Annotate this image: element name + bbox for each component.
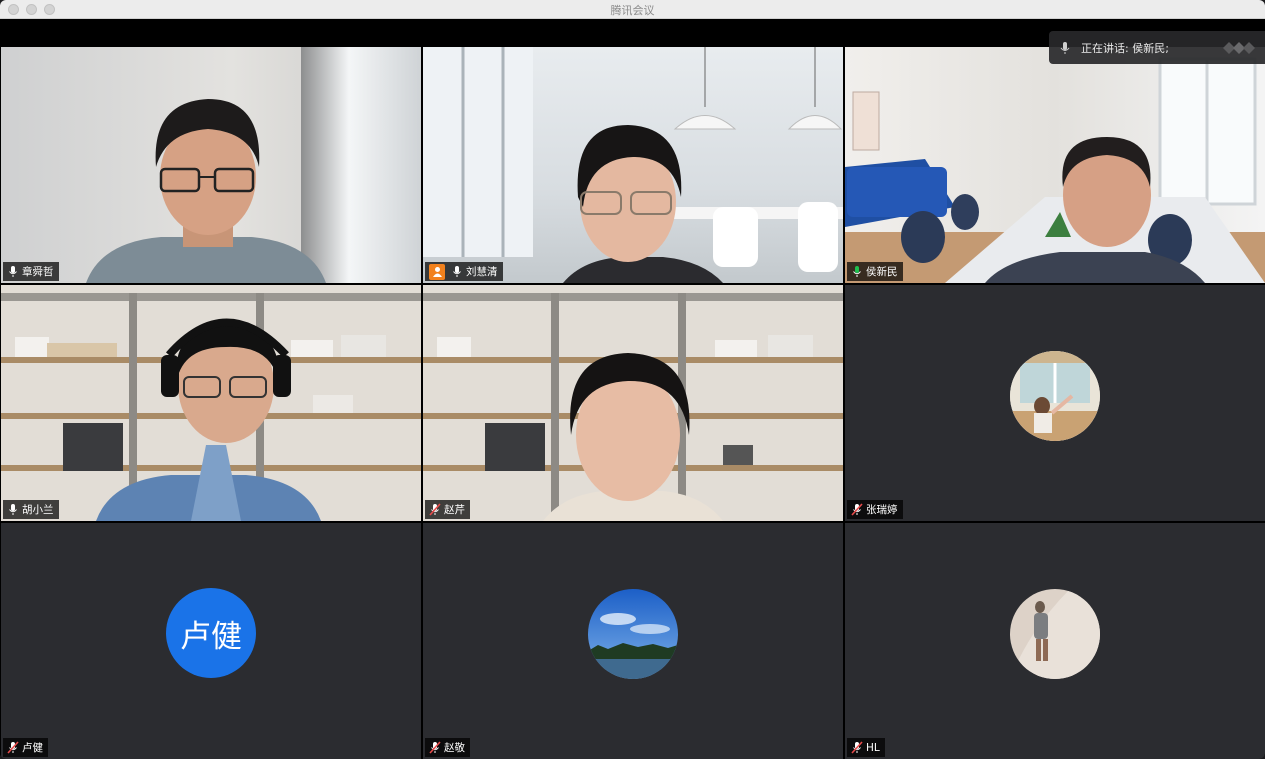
participant-tile[interactable]: 赵敬 bbox=[423, 523, 843, 759]
tencent-meeting-logo-icon bbox=[1223, 42, 1255, 54]
participant-tile-active[interactable]: 侯新民 bbox=[845, 47, 1265, 283]
participant-name: 刘慧清 bbox=[466, 266, 498, 278]
participant-name: 赵芹 bbox=[444, 504, 465, 516]
active-speaker-label: 正在讲话: 侯新民; bbox=[1081, 41, 1169, 55]
participant-name: 卢健 bbox=[22, 742, 43, 754]
mic-muted-icon bbox=[851, 503, 863, 516]
mic-muted-icon bbox=[429, 741, 441, 754]
mic-muted-icon bbox=[851, 741, 863, 754]
participant-initials-avatar: 卢健 bbox=[166, 588, 256, 678]
participant-nametag: 张瑞婷 bbox=[847, 500, 903, 519]
participant-nametag: 章舜哲 bbox=[3, 262, 59, 281]
participant-tile[interactable]: 刘慧清 bbox=[423, 47, 843, 283]
mic-muted-icon bbox=[7, 741, 19, 754]
window-title: 腾讯会议 bbox=[610, 4, 655, 17]
participant-name: HL bbox=[866, 741, 880, 754]
participant-avatar bbox=[1010, 351, 1100, 441]
participant-name: 赵敬 bbox=[444, 742, 465, 754]
mic-icon bbox=[9, 266, 17, 277]
participant-nametag: 赵芹 bbox=[425, 500, 470, 519]
video-grid: 章舜哲 刘慧清 侯新民 胡小兰 赵芹 张瑞婷 卢健 卢健 赵敬 HL bbox=[0, 47, 1265, 759]
participant-tile[interactable]: 章舜哲 bbox=[1, 47, 421, 283]
participant-nametag: HL bbox=[847, 738, 885, 757]
participant-tile[interactable]: 卢健 卢健 bbox=[1, 523, 421, 759]
participant-video bbox=[86, 99, 326, 283]
participant-video bbox=[423, 285, 843, 521]
participant-avatar bbox=[588, 589, 678, 679]
participant-avatar bbox=[1010, 589, 1100, 679]
mic-icon bbox=[1060, 41, 1070, 54]
participant-name: 张瑞婷 bbox=[866, 504, 898, 516]
mic-active-icon bbox=[853, 266, 861, 277]
participant-video bbox=[845, 57, 1265, 283]
participant-nametag: 胡小兰 bbox=[3, 500, 59, 519]
participant-video bbox=[423, 47, 843, 283]
mic-muted-icon bbox=[429, 503, 441, 516]
participant-tile[interactable]: 胡小兰 bbox=[1, 285, 421, 521]
participant-nametag: 刘慧清 bbox=[425, 262, 503, 281]
participant-tile[interactable]: 张瑞婷 bbox=[845, 285, 1265, 521]
meeting-window: 腾讯会议 章舜哲 刘慧清 侯新民 胡小兰 赵芹 张瑞婷 卢健 卢健 赵敬 HL … bbox=[0, 0, 1265, 759]
participant-tile[interactable]: 赵芹 bbox=[423, 285, 843, 521]
host-icon bbox=[429, 263, 445, 280]
participant-tile[interactable]: HL bbox=[845, 523, 1265, 759]
participant-name: 侯新民 bbox=[866, 266, 898, 278]
participant-nametag: 侯新民 bbox=[847, 262, 903, 281]
participant-video bbox=[1, 285, 421, 521]
active-speaker-indicator: 正在讲话: 侯新民; bbox=[1049, 31, 1265, 64]
mic-icon bbox=[9, 504, 17, 515]
participant-name: 章舜哲 bbox=[22, 266, 54, 278]
participant-nametag: 赵敬 bbox=[425, 738, 470, 757]
title-bar: 腾讯会议 bbox=[0, 0, 1265, 19]
participant-nametag: 卢健 bbox=[3, 738, 48, 757]
participant-name: 胡小兰 bbox=[22, 504, 54, 516]
mic-icon bbox=[453, 266, 461, 277]
